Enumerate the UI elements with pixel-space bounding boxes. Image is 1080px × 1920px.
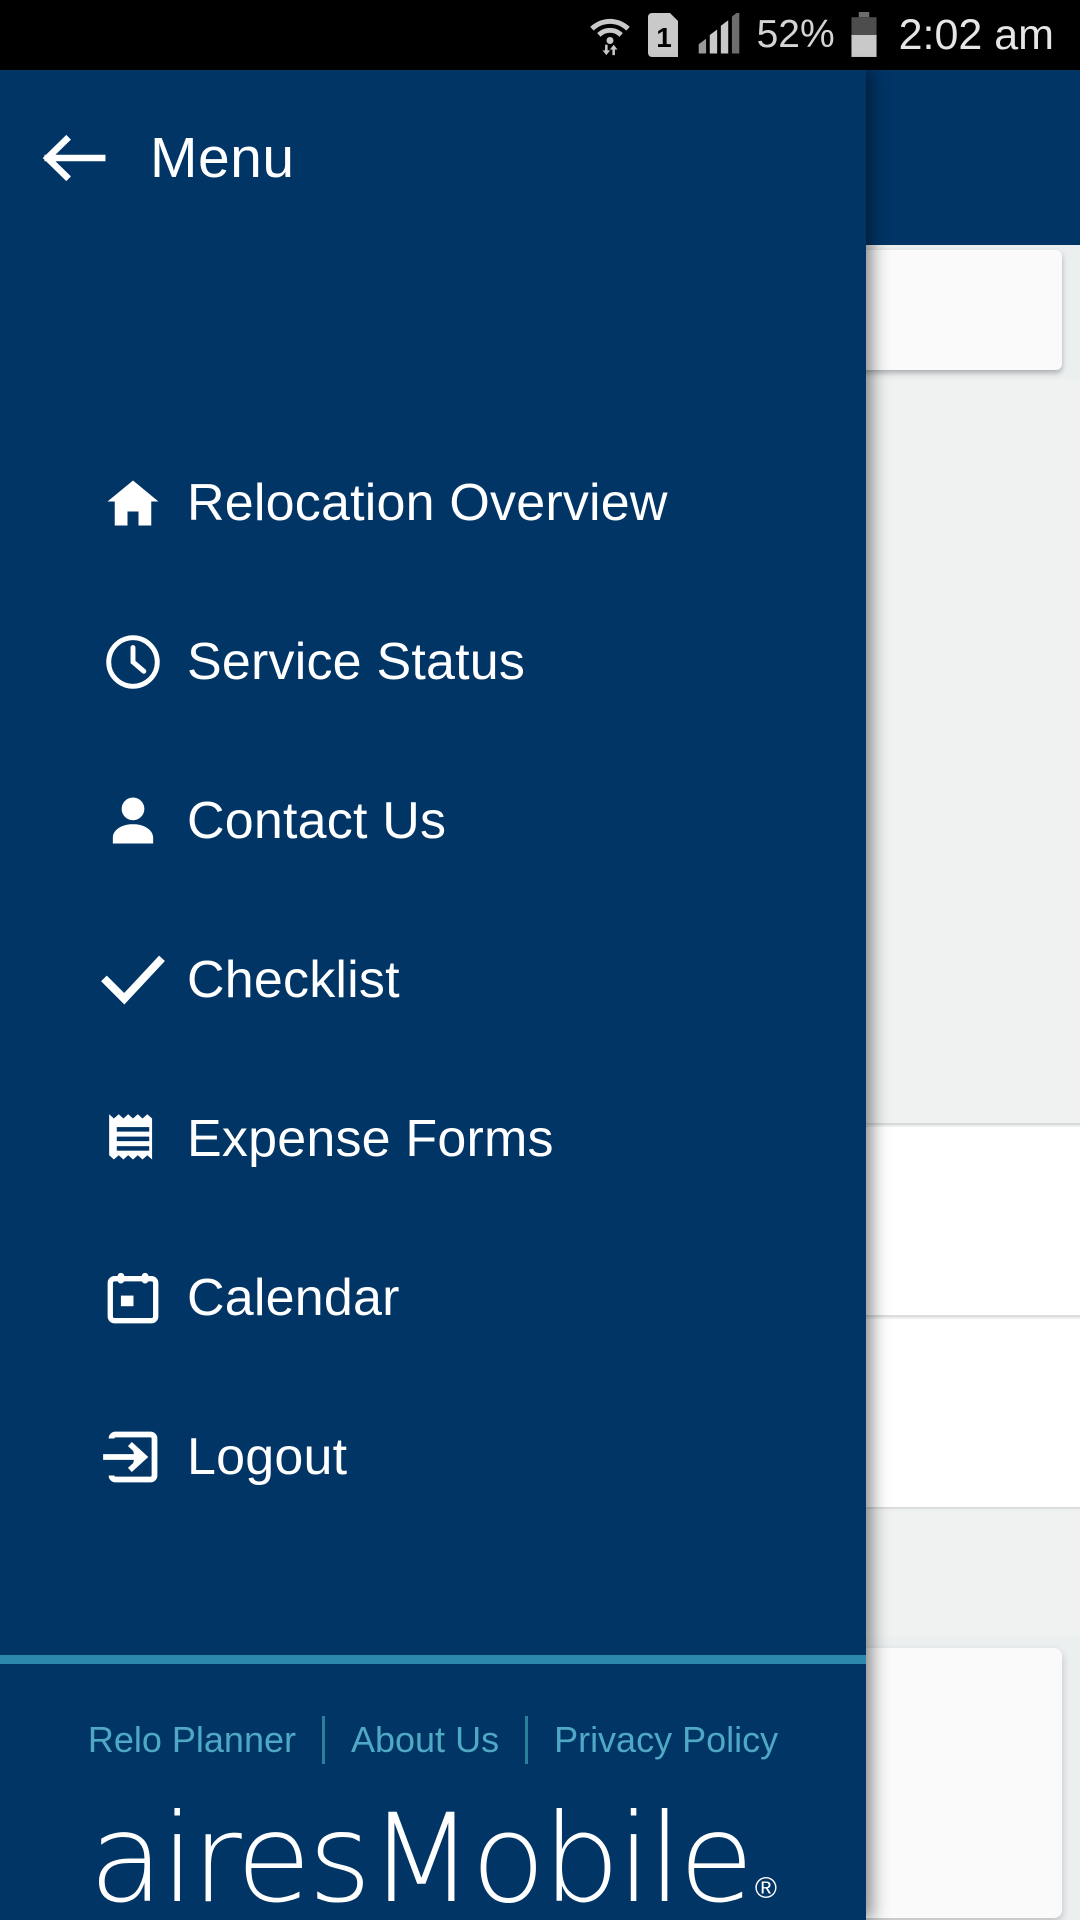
status-bar: 1 52% 2:02 am [0, 0, 1080, 70]
sim-card-1-icon: 1 [647, 13, 681, 57]
sidebar-item-label: Service Status [187, 632, 525, 692]
sidebar-item-checklist[interactable]: Checklist [0, 900, 866, 1059]
phone-screen: USA SA 1 [0, 0, 1080, 1920]
app-logo-text: airesMobile [89, 1798, 751, 1920]
battery-icon [849, 12, 879, 58]
svg-text:1: 1 [656, 22, 672, 53]
sidebar-item-expense-forms[interactable]: Expense Forms [0, 1059, 866, 1218]
sidebar-item-logout[interactable]: Logout [0, 1377, 866, 1536]
drawer-footer: Relo Planner About Us Privacy Policy air… [0, 1664, 866, 1920]
footer-links: Relo Planner About Us Privacy Policy [0, 1716, 866, 1764]
sidebar-item-contact-us[interactable]: Contact Us [0, 741, 866, 900]
calendar-icon [60, 1269, 205, 1327]
sidebar-item-label: Relocation Overview [187, 473, 668, 533]
cellular-signal-icon [695, 13, 743, 57]
battery-percentage: 52% [757, 13, 835, 57]
drawer-menu-list: Relocation Overview Service Status [0, 245, 866, 1655]
sidebar-item-calendar[interactable]: Calendar [0, 1218, 866, 1377]
registered-trademark-icon: ® [755, 1872, 777, 1906]
navigation-drawer: Menu Relocation Overview Servic [0, 70, 866, 1920]
wifi-icon [587, 13, 633, 57]
receipt-icon [60, 1108, 205, 1170]
back-arrow-icon[interactable] [0, 132, 150, 184]
person-icon [60, 790, 205, 852]
check-icon [60, 950, 205, 1010]
sidebar-item-label: Logout [187, 1427, 347, 1487]
app-logo: airesMobile ® [0, 1798, 866, 1920]
sidebar-item-label: Contact Us [187, 791, 446, 851]
sidebar-item-label: Checklist [187, 950, 400, 1010]
sidebar-item-relocation-overview[interactable]: Relocation Overview [0, 423, 866, 582]
home-icon [60, 473, 205, 533]
clock-icon [60, 631, 205, 693]
sidebar-item-label: Expense Forms [187, 1109, 554, 1169]
sidebar-item-label: Calendar [187, 1268, 400, 1328]
logout-icon [60, 1427, 205, 1487]
page-title: Menu [150, 125, 295, 191]
footer-link-about-us[interactable]: About Us [325, 1719, 525, 1761]
footer-link-privacy-policy[interactable]: Privacy Policy [528, 1719, 804, 1761]
footer-divider [0, 1655, 866, 1664]
drawer-header: Menu [0, 70, 866, 245]
footer-link-relo-planner[interactable]: Relo Planner [62, 1719, 322, 1761]
clock-time: 2:02 am [899, 11, 1054, 60]
sidebar-item-service-status[interactable]: Service Status [0, 582, 866, 741]
